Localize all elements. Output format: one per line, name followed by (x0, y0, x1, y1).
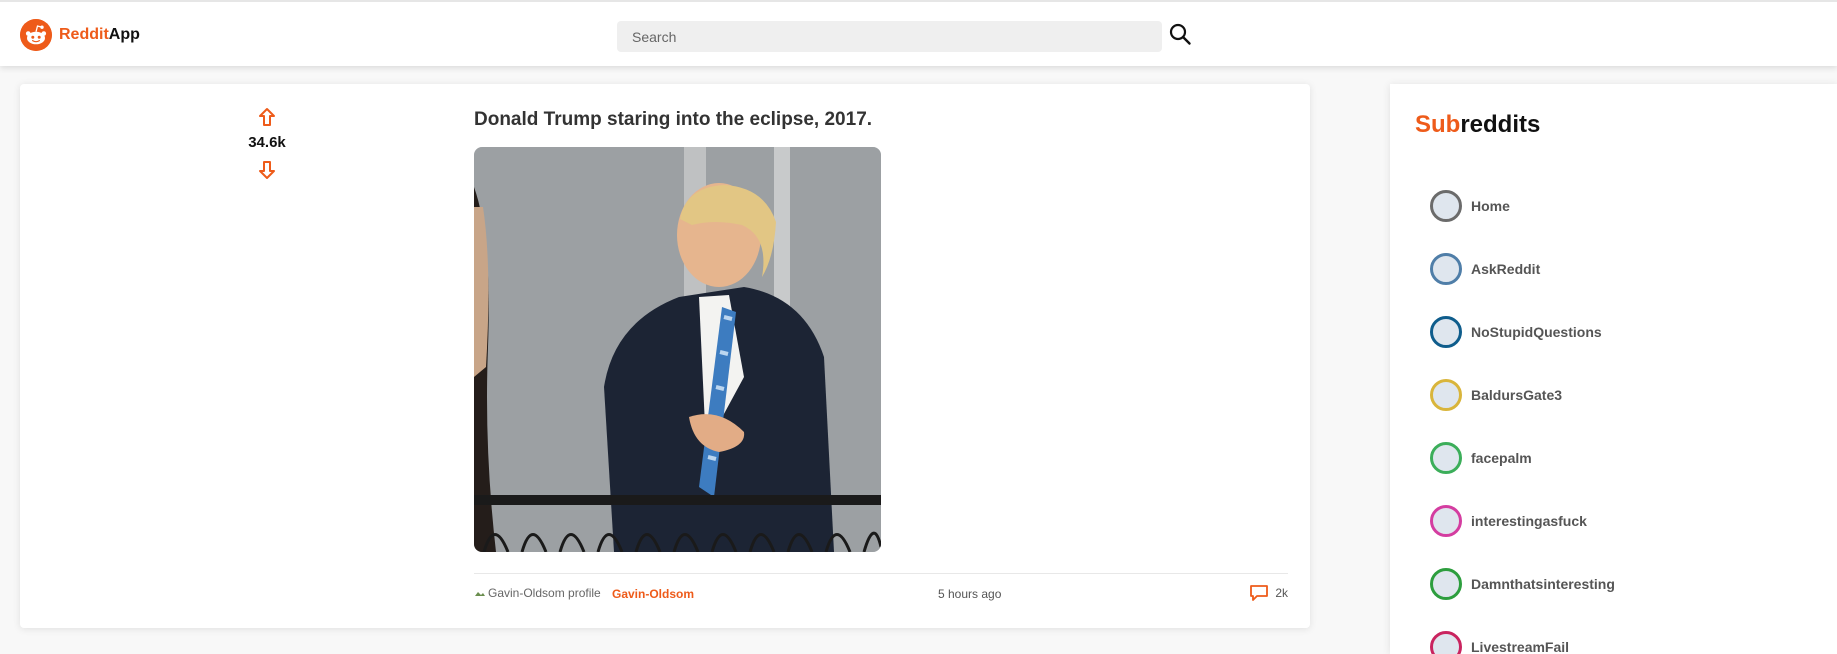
subreddit-label: interestingasfuck (1471, 512, 1587, 529)
subreddits-sidebar: Subreddits Home AskReddit NoStupidQuesti… (1390, 84, 1837, 654)
subreddit-label: NoStupidQuestions (1471, 323, 1602, 340)
subreddit-label: Damnthatsinteresting (1471, 575, 1615, 592)
comment-count: 2k (1275, 586, 1288, 600)
post-card: 34.6k Donald Trump staring into the ecli… (20, 84, 1310, 628)
subreddit-label: facepalm (1471, 449, 1532, 466)
subreddit-icon (1430, 630, 1462, 654)
subreddit-list: Home AskReddit NoStupidQuestions Baldurs… (1430, 174, 1615, 654)
snoo-icon (1430, 252, 1462, 285)
broken-image-icon (475, 592, 485, 596)
brand[interactable]: RedditApp (20, 19, 140, 51)
subreddit-label: AskReddit (1471, 260, 1541, 277)
post-timestamp: 5 hours ago (938, 587, 1002, 601)
author-avatar-alt-text: Gavin-Oldsom profile (488, 586, 601, 600)
subreddit-icon (1430, 567, 1462, 600)
subreddit-icon (1430, 378, 1462, 411)
reddit-logo-icon (20, 19, 52, 51)
top-navbar: RedditApp (0, 0, 1837, 66)
sidebar-title: Subreddits (1415, 111, 1540, 139)
post-footer: Gavin-Oldsom profile Gavin-Oldsom 5 hour… (474, 573, 1288, 611)
subreddit-icon (1430, 504, 1462, 537)
search-input[interactable] (617, 21, 1162, 52)
downvote-arrow-icon[interactable] (256, 159, 278, 181)
subreddit-item-facepalm[interactable]: facepalm (1430, 426, 1615, 489)
subreddit-item-home[interactable]: Home (1430, 174, 1615, 237)
home-icon (1430, 189, 1462, 222)
search-icon[interactable] (1168, 22, 1192, 46)
subreddit-item-livestreamfail[interactable]: LivestreamFail (1430, 615, 1615, 654)
vote-column: 34.6k (230, 106, 304, 181)
sidebar-title-accent: Sub (1415, 111, 1461, 138)
post-title[interactable]: Donald Trump staring into the eclipse, 2… (474, 109, 872, 131)
subreddit-item-baldursgate3[interactable]: BaldursGate3 (1430, 363, 1615, 426)
subreddit-item-nostupidquestions[interactable]: NoStupidQuestions (1430, 300, 1615, 363)
question-icon (1430, 315, 1462, 348)
facepalm-icon (1430, 441, 1462, 474)
subreddit-item-damnthatsinteresting[interactable]: Damnthatsinteresting (1430, 552, 1615, 615)
subreddit-label: Home (1471, 197, 1510, 214)
subreddit-item-interestingasfuck[interactable]: interestingasfuck (1430, 489, 1615, 552)
author-link[interactable]: Gavin-Oldsom (612, 587, 694, 601)
comments-button[interactable]: 2k (1249, 584, 1288, 602)
author-avatar[interactable]: Gavin-Oldsom profile (474, 586, 601, 600)
sidebar-title-rest: reddits (1460, 111, 1541, 138)
subreddit-label: LivestreamFail (1471, 638, 1570, 654)
brand-name: RedditApp (59, 26, 140, 44)
brand-name-accent: Reddit (59, 26, 109, 43)
post-image[interactable] (474, 147, 881, 552)
upvote-arrow-icon[interactable] (256, 106, 278, 128)
comment-bubble-icon (1250, 585, 1269, 601)
subreddit-label: BaldursGate3 (1471, 386, 1563, 403)
subreddit-item-askreddit[interactable]: AskReddit (1430, 237, 1615, 300)
vote-count: 34.6k (248, 134, 286, 151)
brand-name-rest: App (108, 26, 140, 43)
